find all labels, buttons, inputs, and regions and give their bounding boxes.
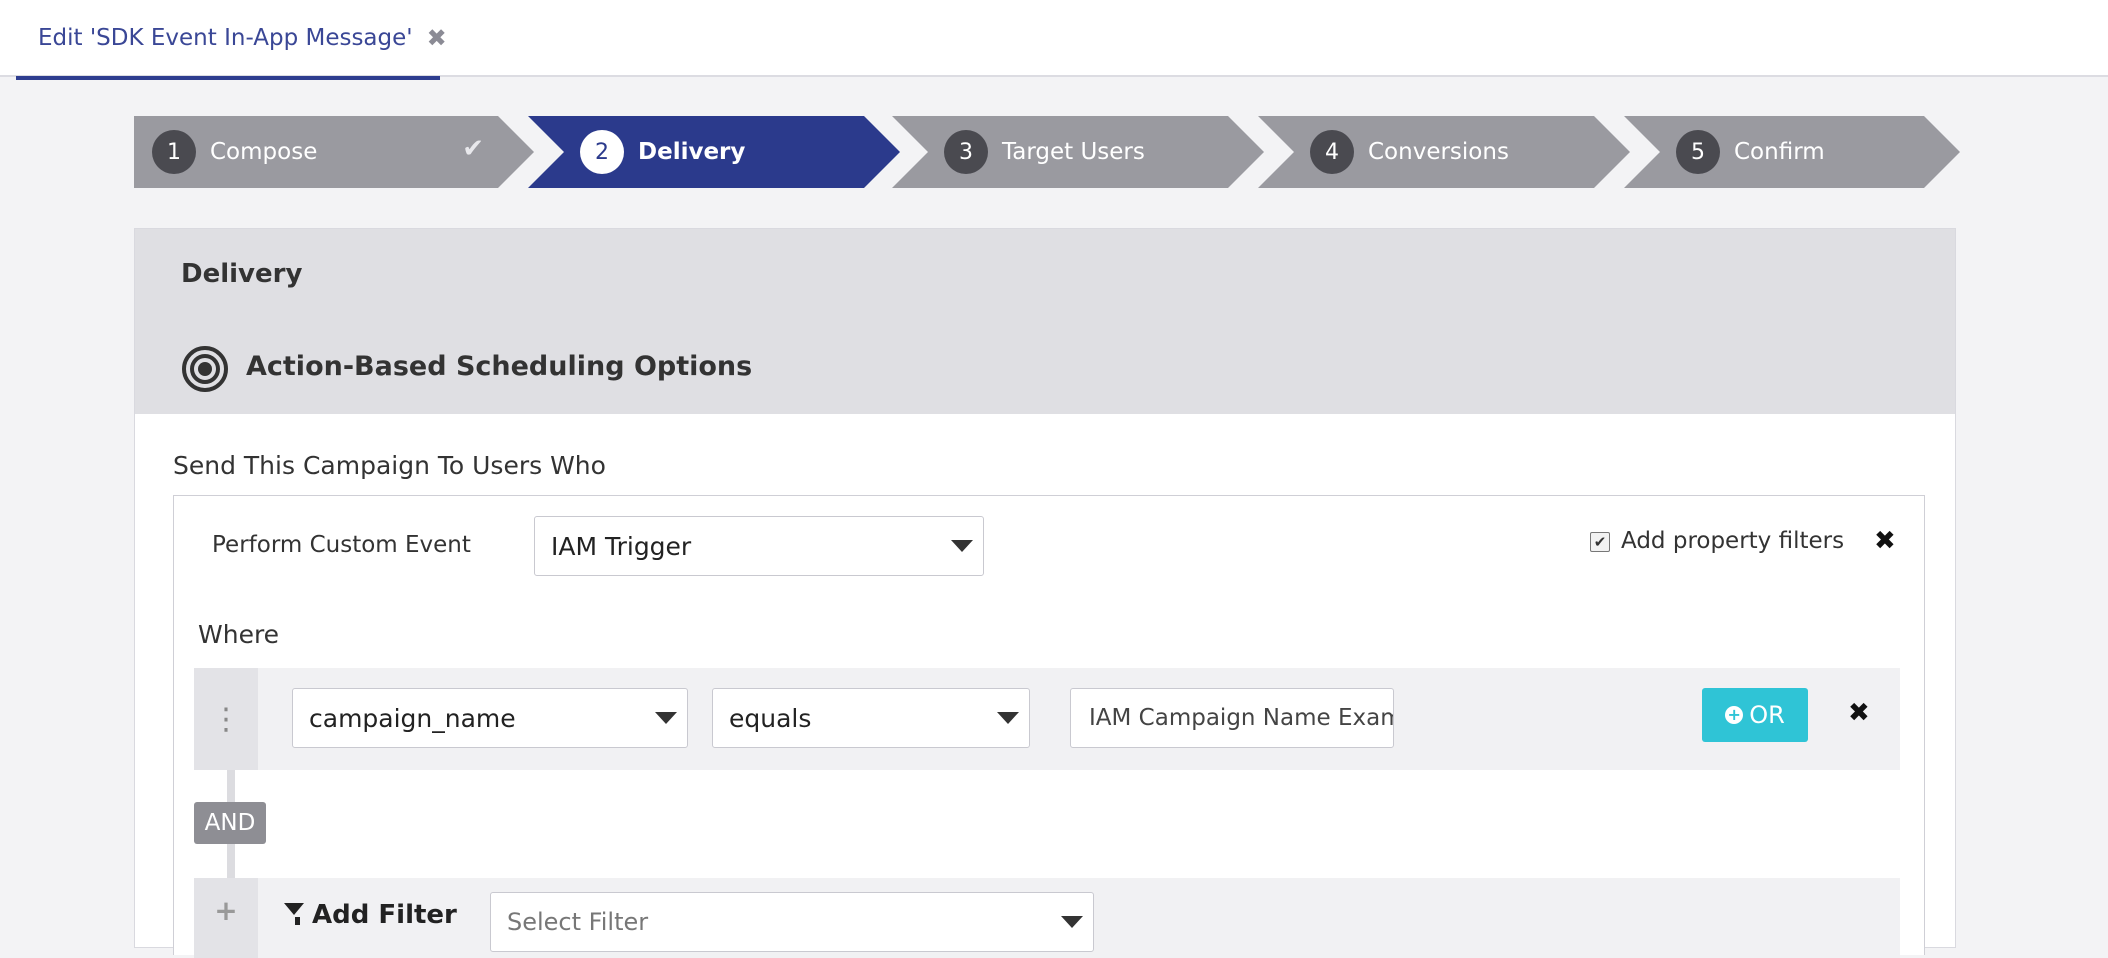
top-tab-bar: Edit 'SDK Event In-App Message' ✖ [0, 0, 2108, 80]
step-compose-label: Compose [210, 139, 318, 165]
delivery-title: Delivery [181, 259, 303, 289]
step-compose-number: 1 [152, 130, 196, 174]
send-campaign-label: Send This Campaign To Users Who [173, 451, 606, 480]
step-target-users[interactable]: 3 Target Users [892, 116, 1302, 188]
wizard-stepper: 1 Compose ✔ 2 Delivery 3 Target Users 4 … [134, 116, 1964, 188]
chevron-down-icon [951, 540, 973, 552]
step-delivery-number: 2 [580, 130, 624, 174]
add-filter-label: Add Filter [284, 900, 457, 930]
and-connector-line [227, 770, 235, 802]
step-conversions-label: Conversions [1368, 139, 1509, 165]
filter-value-text: IAM Campaign Name Example [1089, 705, 1393, 731]
select-filter-dropdown[interactable]: Select Filter [490, 892, 1094, 952]
step-compose[interactable]: 1 Compose ✔ [134, 116, 544, 188]
trigger-rule-box: Perform Custom Event IAM Trigger ✔ Add p… [173, 495, 1925, 958]
and-badge: AND [194, 802, 266, 844]
add-or-button[interactable]: + OR [1702, 688, 1808, 742]
chevron-down-icon [1061, 916, 1083, 928]
step-conversions-number: 4 [1310, 130, 1354, 174]
plus-icon[interactable]: + [194, 878, 258, 958]
filter-operator-select[interactable]: equals [712, 688, 1030, 748]
custom-event-select[interactable]: IAM Trigger [534, 516, 984, 576]
delivery-panel: Delivery Action-Based Scheduling Options… [134, 228, 1956, 958]
filter-value-input[interactable]: IAM Campaign Name Example [1070, 688, 1394, 748]
edit-campaign-tab[interactable]: Edit 'SDK Event In-App Message' ✖ [16, 0, 447, 80]
step-conversions[interactable]: 4 Conversions [1258, 116, 1668, 188]
perform-custom-event-label: Perform Custom Event [212, 532, 471, 558]
add-property-filters-checkbox[interactable]: ✔ [1590, 532, 1610, 552]
step-delivery[interactable]: 2 Delivery [528, 116, 938, 188]
plus-circle-icon: + [1725, 706, 1744, 724]
filter-property-value: campaign_name [309, 703, 516, 733]
remove-trigger-icon[interactable]: ✖ [1874, 526, 1896, 556]
add-property-filters-label: Add property filters [1621, 528, 1845, 554]
add-filter-text: Add Filter [312, 900, 457, 930]
add-or-label: OR [1749, 701, 1785, 729]
checkmark-icon: ✔ [462, 134, 484, 164]
custom-event-value: IAM Trigger [551, 531, 692, 561]
step-confirm-number: 5 [1676, 130, 1720, 174]
and-connector-line [227, 844, 235, 878]
step-target-users-number: 3 [944, 130, 988, 174]
drag-handle-icon[interactable]: ⋮ [194, 668, 258, 770]
add-filter-row: + Add Filter Select Filter [194, 878, 1900, 958]
close-tab-icon[interactable]: ✖ [427, 24, 447, 52]
select-filter-placeholder: Select Filter [507, 908, 649, 936]
property-filter-row: ⋮ campaign_name equals IAM Campaign Name… [194, 668, 1900, 770]
step-delivery-label: Delivery [638, 139, 746, 165]
chevron-down-icon [655, 712, 677, 724]
filter-operator-value: equals [729, 703, 812, 733]
filter-property-select[interactable]: campaign_name [292, 688, 688, 748]
step-confirm-label: Confirm [1734, 139, 1825, 165]
filter-funnel-icon [284, 903, 310, 925]
step-target-users-label: Target Users [1002, 139, 1145, 165]
step-confirm[interactable]: 5 Confirm [1624, 116, 1964, 188]
remove-filter-icon[interactable]: ✖ [1848, 698, 1870, 728]
chevron-down-icon [997, 712, 1019, 724]
scheduling-options-title: Action-Based Scheduling Options [246, 351, 753, 382]
where-label: Where [198, 620, 280, 649]
target-icon [182, 346, 228, 392]
edit-campaign-tab-label: Edit 'SDK Event In-App Message' [38, 25, 413, 51]
delivery-panel-header: Delivery Action-Based Scheduling Options [135, 229, 1955, 414]
